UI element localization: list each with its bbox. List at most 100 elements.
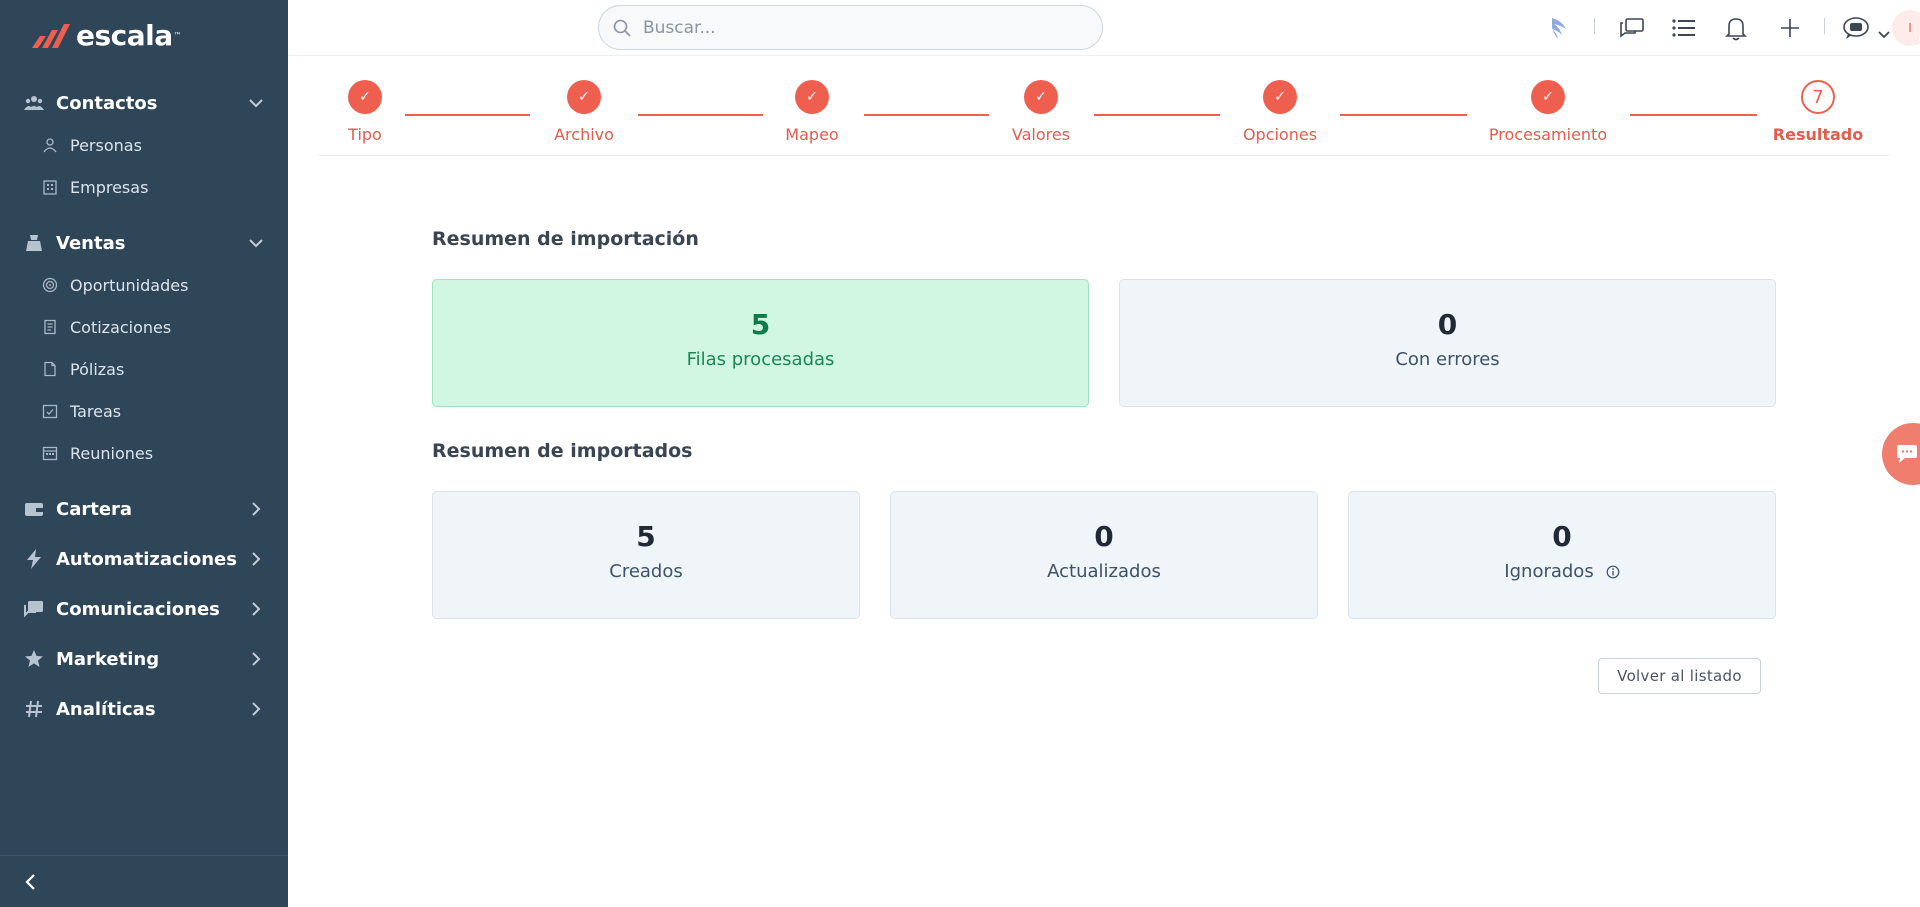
step-circle: ✓	[1531, 80, 1565, 114]
step-label: Mapeo	[785, 125, 839, 144]
sidebar-section-cartera[interactable]: Cartera	[0, 488, 288, 530]
step-mapeo[interactable]: ✓ Mapeo	[752, 80, 872, 144]
building-icon	[42, 179, 58, 195]
avatar-initial: I	[1908, 21, 1912, 35]
back-to-list-button[interactable]: Volver al listado	[1598, 658, 1761, 694]
notifications-button[interactable]	[1722, 14, 1750, 42]
list-button[interactable]	[1670, 14, 1698, 42]
created-card: 5 Creados	[432, 491, 860, 619]
ignored-caption: Ignorados	[1504, 561, 1620, 582]
sidebar-section-label: Analíticas	[56, 698, 156, 720]
escala-logo-icon	[32, 24, 70, 48]
step-circle: ✓	[795, 80, 829, 114]
step-valores[interactable]: ✓ Valores	[981, 80, 1101, 144]
bird-logo-button[interactable]	[1546, 14, 1574, 42]
chat-widget-button[interactable]	[1882, 423, 1920, 485]
chevron-down-icon	[1878, 31, 1890, 39]
sidebar-section-contactos[interactable]: Contactos	[0, 82, 288, 124]
sidebar-item-personas[interactable]: Personas	[0, 124, 288, 166]
step-resultado[interactable]: 7 Resultado	[1758, 80, 1878, 144]
users-icon	[24, 93, 44, 113]
avatar-menu-chevron[interactable]	[1878, 24, 1890, 39]
info-icon[interactable]	[1606, 565, 1620, 579]
errors-card: 0 Con errores	[1119, 279, 1776, 407]
chat-icon	[24, 599, 44, 619]
sidebar-section-label: Contactos	[56, 92, 158, 114]
search-icon	[611, 17, 633, 39]
step-tipo[interactable]: ✓ Tipo	[305, 80, 425, 144]
updated-card: 0 Actualizados	[890, 491, 1318, 619]
updated-label: Actualizados	[1047, 561, 1161, 582]
sidebar-item-polizas[interactable]: Pólizas	[0, 348, 288, 390]
top-separator	[1824, 18, 1825, 34]
step-label: Resultado	[1772, 125, 1864, 144]
chevron-right-icon	[246, 549, 266, 569]
sidebar-item-tareas[interactable]: Tareas	[0, 390, 288, 432]
brand-logo[interactable]: escala ™	[30, 18, 182, 52]
sidebar-item-label: Pólizas	[70, 359, 125, 379]
target-icon	[42, 277, 58, 293]
step-label: Procesamiento	[1488, 125, 1608, 144]
add-button[interactable]	[1776, 14, 1804, 42]
wallet-icon	[24, 499, 44, 519]
step-archivo[interactable]: ✓ Archivo	[524, 80, 644, 144]
chevron-right-icon	[246, 599, 266, 619]
step-procesamiento[interactable]: ✓ Procesamiento	[1488, 80, 1608, 144]
chevron-right-icon	[246, 699, 266, 719]
created-count: 5	[636, 520, 656, 553]
lightning-icon	[24, 549, 44, 569]
messages-button[interactable]	[1618, 14, 1646, 42]
search-input[interactable]	[643, 17, 1083, 38]
sidebar-item-empresas[interactable]: Empresas	[0, 166, 288, 208]
sidebar-item-label: Reuniones	[70, 443, 154, 463]
processed-rows-count: 5	[750, 308, 771, 341]
sidebar-section-comunicaciones[interactable]: Comunicaciones	[0, 588, 288, 630]
sidebar-section-analiticas[interactable]: Analíticas	[0, 688, 288, 730]
step-label: Archivo	[554, 125, 614, 144]
bell-icon	[1725, 18, 1747, 41]
step-label: Valores	[1011, 125, 1071, 144]
sidebar-item-label: Personas	[70, 135, 142, 155]
sidebar-section-label: Automatizaciones	[56, 548, 237, 570]
step-circle: ✓	[1263, 80, 1297, 114]
sales-icon	[24, 233, 44, 253]
sidebar-section-marketing[interactable]: Marketing	[0, 638, 288, 680]
updated-count: 0	[1094, 520, 1114, 553]
sidebar-item-oportunidades[interactable]: Oportunidades	[0, 264, 288, 306]
step-connector	[1094, 114, 1220, 116]
support-chat-button[interactable]	[1842, 14, 1870, 42]
calendar-icon	[42, 445, 58, 461]
sidebar-item-label: Oportunidades	[70, 275, 189, 295]
ignored-count: 0	[1552, 520, 1572, 553]
bird-icon	[1552, 18, 1566, 39]
top-separator	[1594, 18, 1595, 34]
step-opciones[interactable]: ✓ Opciones	[1220, 80, 1340, 144]
list-icon	[1672, 19, 1695, 37]
top-icons: I	[1420, 0, 1920, 56]
sidebar-item-reuniones[interactable]: Reuniones	[0, 432, 288, 474]
ignored-card: 0 Ignorados	[1348, 491, 1776, 619]
step-connector	[638, 114, 763, 116]
support-chat-icon	[1843, 17, 1869, 39]
sidebar-section-ventas[interactable]: Ventas	[0, 222, 288, 264]
import-summary-title: Resumen de importación	[432, 228, 699, 250]
sidebar-section-label: Marketing	[56, 648, 160, 670]
created-label: Creados	[609, 561, 683, 582]
processed-rows-card: 5 Filas procesadas	[432, 279, 1089, 407]
collapse-sidebar-button[interactable]	[18, 870, 42, 894]
imported-summary-title: Resumen de importados	[432, 440, 693, 462]
sidebar-section-automatizaciones[interactable]: Automatizaciones	[0, 538, 288, 580]
chevron-right-icon	[246, 649, 266, 669]
hash-icon	[24, 699, 44, 719]
top-bar: I	[288, 0, 1920, 56]
errors-count: 0	[1437, 308, 1458, 341]
sidebar-item-cotizaciones[interactable]: Cotizaciones	[0, 306, 288, 348]
sidebar-item-label: Cotizaciones	[70, 317, 172, 337]
sidebar-item-label: Empresas	[70, 177, 149, 197]
plus-icon	[1781, 19, 1799, 37]
user-avatar[interactable]: I	[1892, 10, 1920, 46]
errors-label: Con errores	[1395, 349, 1500, 370]
step-circle: ✓	[1024, 80, 1058, 114]
sidebar-section-label: Ventas	[56, 232, 126, 254]
search-box[interactable]	[598, 5, 1103, 50]
